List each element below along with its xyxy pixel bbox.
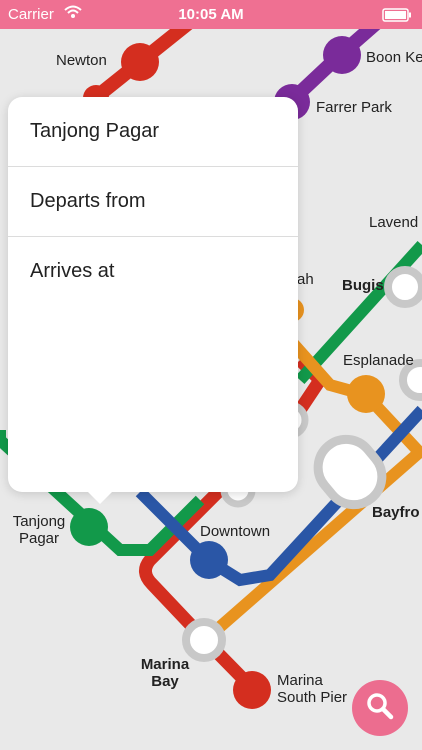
departs-from-option[interactable]: Departs from <box>8 167 298 237</box>
search-icon <box>365 691 395 726</box>
station-tanjong-pagar[interactable]: Tanjong Pagar <box>10 513 68 547</box>
station-popover: Tanjong Pagar Departs from Arrives at <box>8 97 298 504</box>
arrives-at-option[interactable]: Arrives at <box>8 237 298 306</box>
status-time: 10:05 AM <box>178 6 244 23</box>
station-rochor-partial[interactable]: ah <box>297 271 314 288</box>
station-newton[interactable]: Newton <box>56 52 107 69</box>
popover-title: Tanjong Pagar <box>8 97 298 167</box>
station-boon-keng[interactable]: Boon Ke <box>366 49 422 66</box>
search-button[interactable] <box>352 680 408 736</box>
station-marina-bay-line2: Bay <box>151 673 179 690</box>
station-marina-south-pier[interactable]: Marina South Pier <box>277 672 347 706</box>
station-marina-bay-line1: Marina <box>140 656 190 673</box>
station-esplanade[interactable]: Esplanade <box>343 352 414 369</box>
station-marina-bay[interactable]: Marina Bay <box>138 656 192 690</box>
station-marina-south-pier-line2: South Pier <box>277 689 348 706</box>
station-bugis[interactable]: Bugis <box>342 277 384 294</box>
station-tanjong-pagar-line1: Tanjong <box>12 513 66 530</box>
station-bayfront[interactable]: Bayfro <box>372 504 420 521</box>
station-farrer-park[interactable]: Farrer Park <box>316 99 392 116</box>
station-marina-south-pier-line1: Marina <box>277 672 323 689</box>
status-bar: Carrier 10:05 AM <box>0 0 422 29</box>
station-lavender[interactable]: Lavend <box>369 214 418 231</box>
battery-icon <box>382 8 412 26</box>
station-tanjong-pagar-line2: Pagar <box>18 530 60 547</box>
station-downtown[interactable]: Downtown <box>200 523 270 540</box>
popover-arrow <box>88 492 112 504</box>
